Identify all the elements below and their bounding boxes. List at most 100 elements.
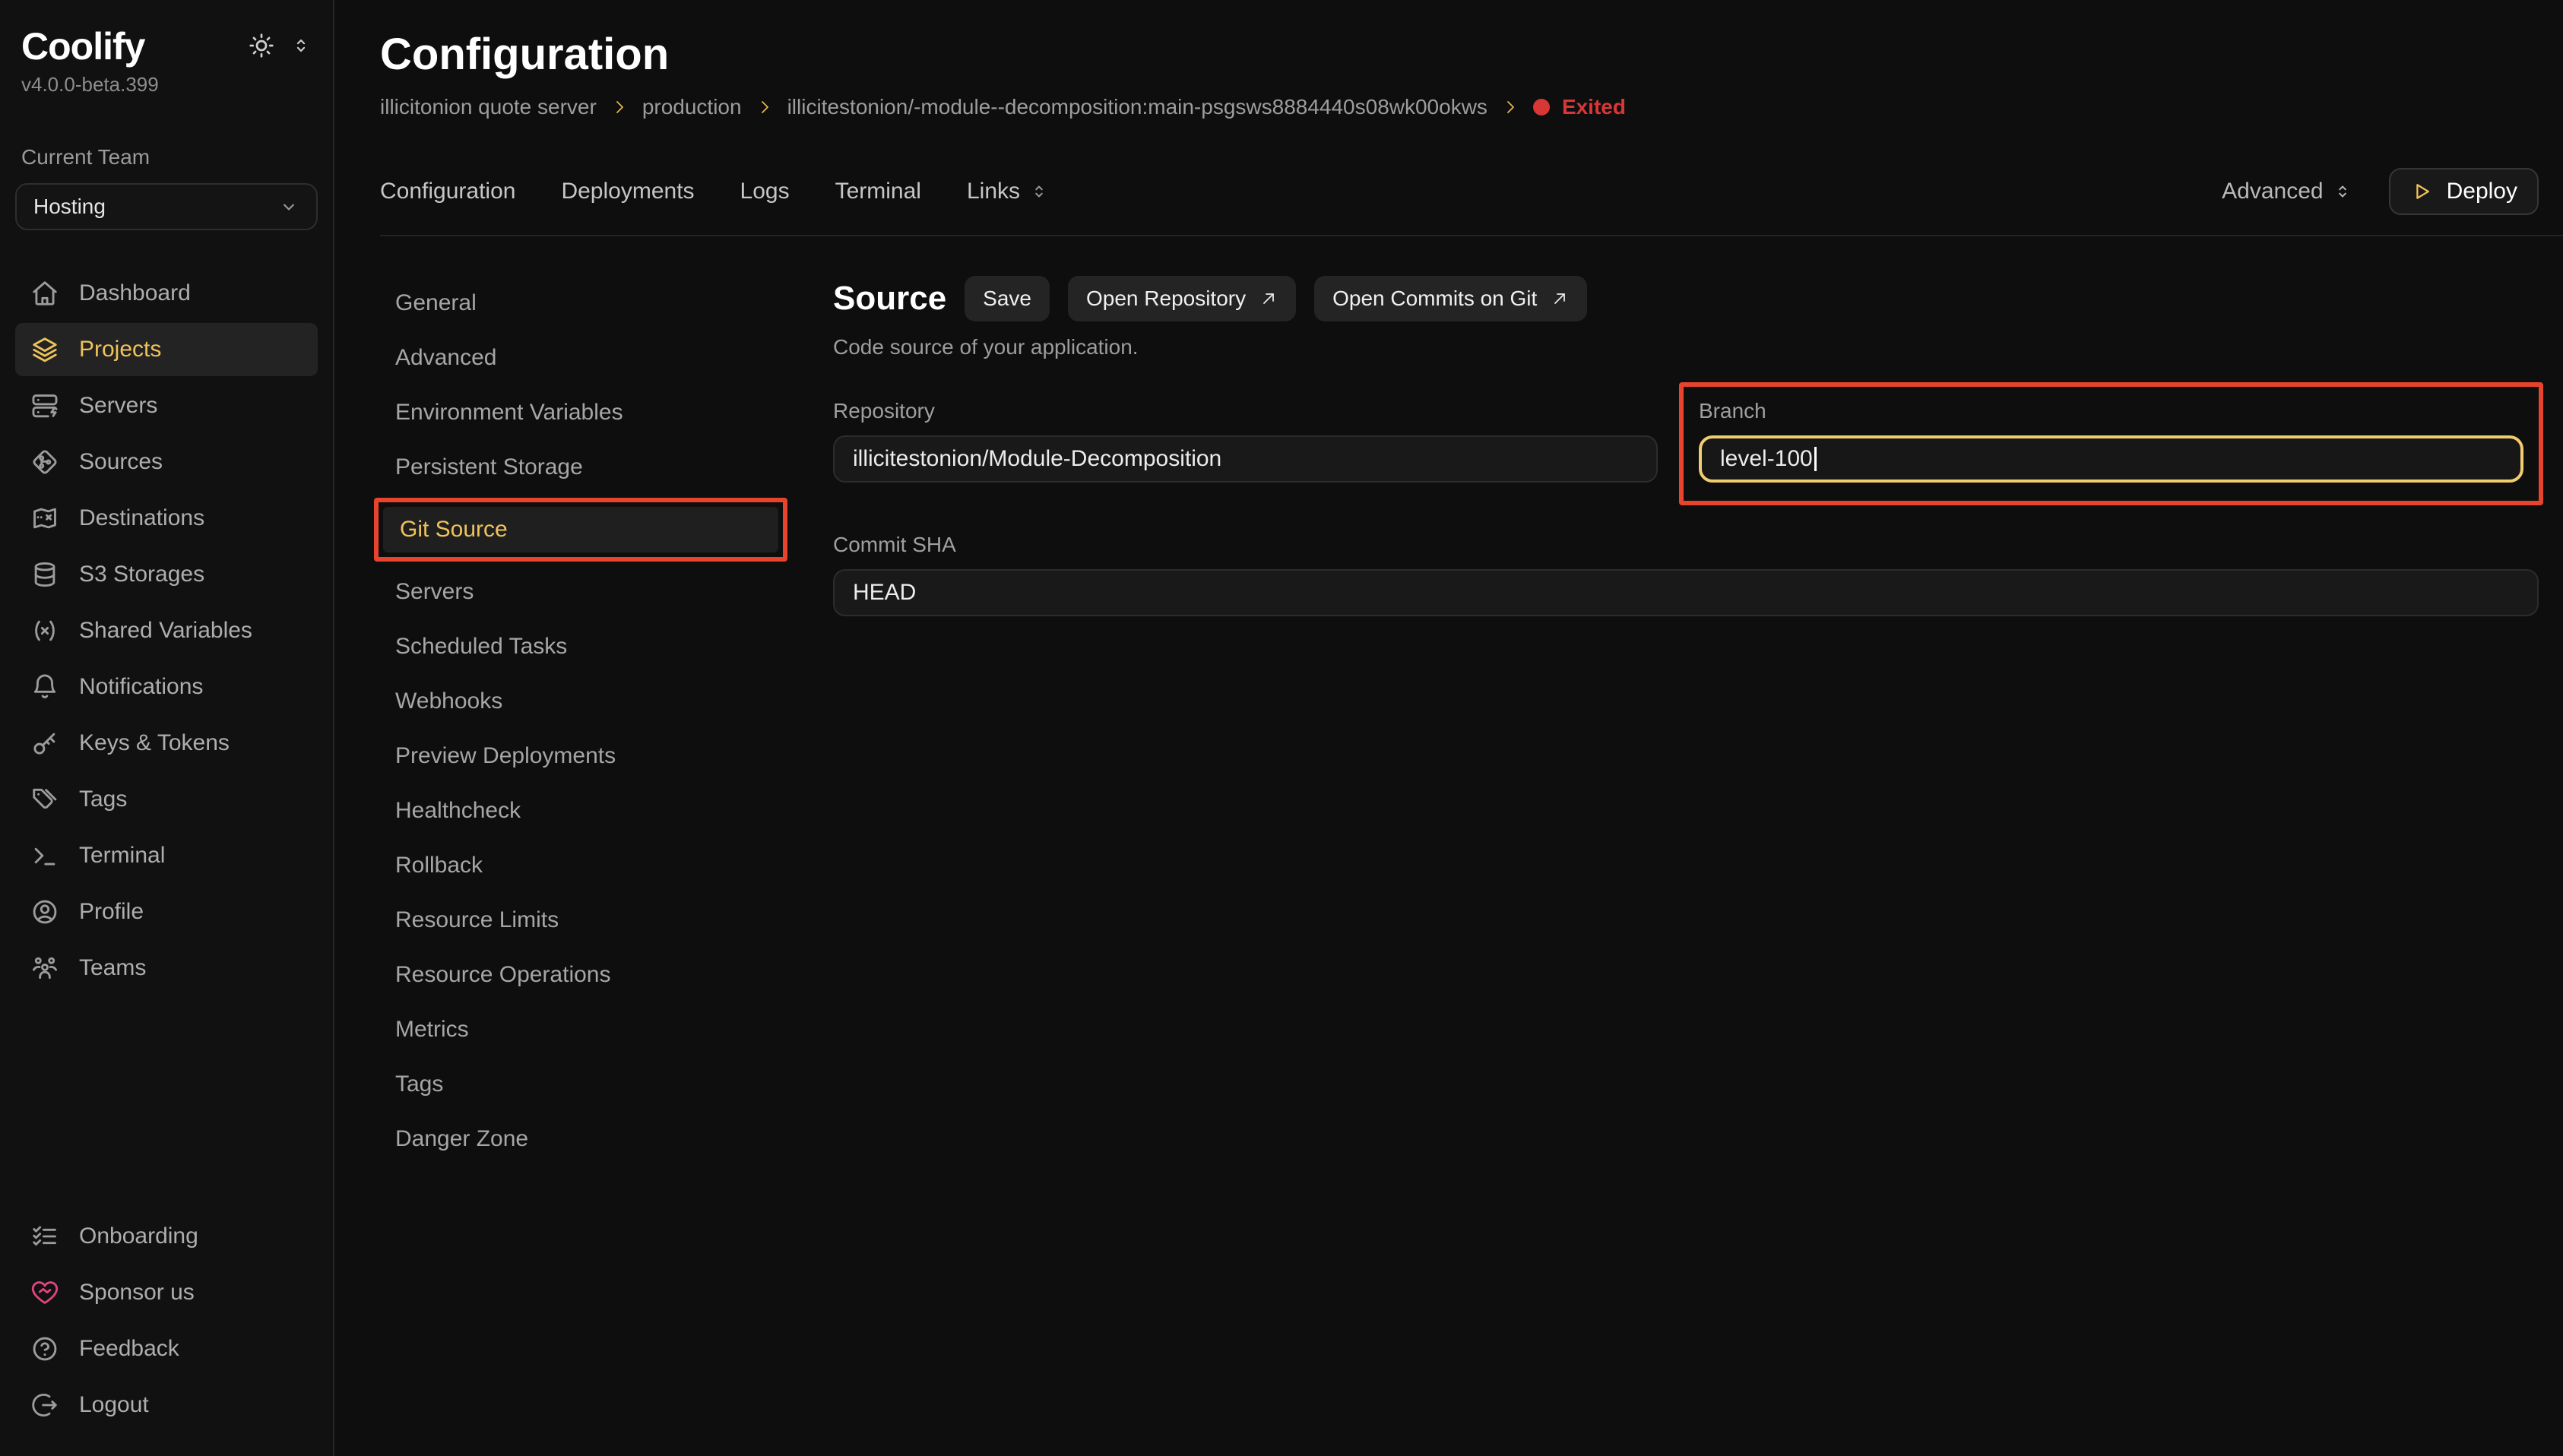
- subnav-item-rollback[interactable]: Rollback: [380, 838, 772, 893]
- sidebar-item-shared-variables[interactable]: Shared Variables: [15, 604, 318, 657]
- sidebar-item-keys-tokens[interactable]: Keys & Tokens: [15, 717, 318, 770]
- tab-deployments[interactable]: Deployments: [561, 179, 694, 204]
- sidebar-item-label: Destinations: [79, 505, 204, 531]
- sidebar-item-label: Dashboard: [79, 280, 191, 306]
- config-subnav: General Advanced Environment Variables P…: [380, 276, 772, 1456]
- chevron-right-icon: [756, 98, 774, 116]
- branch-field: Branch level-100: [1699, 399, 2523, 483]
- subnav-item-metrics[interactable]: Metrics: [380, 1002, 772, 1057]
- team-select[interactable]: Hosting: [15, 183, 318, 230]
- layers-icon: [30, 335, 59, 364]
- sidebar-item-logout[interactable]: Logout: [15, 1378, 318, 1432]
- heart-hands-icon: [30, 1278, 59, 1307]
- sidebar-item-projects[interactable]: Projects: [15, 323, 318, 376]
- sidebar-item-label: Shared Variables: [79, 618, 252, 644]
- subnav-item-webhooks[interactable]: Webhooks: [380, 674, 772, 729]
- chevron-right-icon: [1501, 98, 1519, 116]
- breadcrumb-environment[interactable]: production: [642, 95, 742, 119]
- sidebar-item-label: Terminal: [79, 843, 165, 869]
- breadcrumb: illicitonion quote server production ill…: [380, 95, 2539, 119]
- sidebar-item-teams[interactable]: Teams: [15, 942, 318, 995]
- subnav-item-tags[interactable]: Tags: [380, 1057, 772, 1112]
- theme-toggle-sun-icon[interactable]: [248, 32, 275, 59]
- subnav-item-environment-variables[interactable]: Environment Variables: [380, 385, 772, 440]
- sidebar-item-label: Onboarding: [79, 1223, 198, 1249]
- subnav-item-preview-deployments[interactable]: Preview Deployments: [380, 729, 772, 783]
- tab-terminal[interactable]: Terminal: [835, 179, 921, 204]
- subnav-item-general[interactable]: General: [380, 276, 772, 331]
- sidebar-nav: Dashboard Projects Servers Sources Desti…: [15, 267, 318, 995]
- sidebar-item-tags[interactable]: Tags: [15, 773, 318, 826]
- coolify-app: Coolify v4.0.0-beta.399 Current Team Hos…: [0, 0, 2563, 1456]
- commit-sha-field: Commit SHA HEAD: [833, 533, 2539, 616]
- map-icon: [30, 504, 59, 533]
- subnav-item-servers[interactable]: Servers: [380, 565, 772, 619]
- app-version: v4.0.0-beta.399: [15, 73, 318, 97]
- text-cursor: [1814, 447, 1817, 471]
- repository-input[interactable]: illicitestonion/Module-Decomposition: [833, 435, 1658, 483]
- tab-configuration[interactable]: Configuration: [380, 179, 515, 204]
- branch-value: level-100: [1720, 446, 1813, 472]
- deploy-button[interactable]: Deploy: [2389, 168, 2539, 215]
- chevron-right-icon: [610, 98, 629, 116]
- sidebar-item-label: Sponsor us: [79, 1280, 195, 1306]
- breadcrumb-project[interactable]: illicitonion quote server: [380, 95, 597, 119]
- tab-links[interactable]: Links: [967, 179, 1049, 204]
- annotation-box-branch: Branch level-100: [1679, 382, 2543, 505]
- tab-links-label: Links: [967, 179, 1020, 204]
- sidebar-item-destinations[interactable]: Destinations: [15, 492, 318, 545]
- save-button[interactable]: Save: [965, 276, 1050, 321]
- sidebar-item-s3-storages[interactable]: S3 Storages: [15, 548, 318, 601]
- sidebar-item-label: Servers: [79, 393, 157, 419]
- subnav-item-danger-zone[interactable]: Danger Zone: [380, 1112, 772, 1166]
- sidebar-footer: Onboarding Sponsor us Feedback Logout: [15, 1210, 318, 1432]
- team-select-value: Hosting: [33, 195, 106, 219]
- open-commits-button[interactable]: Open Commits on Git: [1314, 276, 1587, 321]
- subnav-item-resource-limits[interactable]: Resource Limits: [380, 893, 772, 948]
- sidebar-item-label: Tags: [79, 787, 127, 812]
- branch-label: Branch: [1699, 399, 2523, 423]
- subnav-item-healthcheck[interactable]: Healthcheck: [380, 783, 772, 838]
- chevrons-up-down-icon: [1029, 182, 1049, 201]
- sidebar-item-sources[interactable]: Sources: [15, 435, 318, 489]
- subnav-item-advanced[interactable]: Advanced: [380, 331, 772, 385]
- sidebar-item-servers[interactable]: Servers: [15, 379, 318, 432]
- main-area: Configuration illicitonion quote server …: [334, 0, 2563, 1456]
- advanced-dropdown[interactable]: Advanced: [2222, 179, 2352, 204]
- status-badge: Exited: [1533, 95, 1626, 119]
- sidebar-item-terminal[interactable]: Terminal: [15, 829, 318, 882]
- terminal-icon: [30, 841, 59, 870]
- git-source-icon: [30, 448, 59, 476]
- open-repository-button[interactable]: Open Repository: [1068, 276, 1296, 321]
- user-circle-icon: [30, 897, 59, 926]
- chevrons-up-down-icon: [2333, 182, 2352, 201]
- annotation-box-git-source: Git Source: [374, 498, 787, 562]
- sidebar-item-dashboard[interactable]: Dashboard: [15, 267, 318, 320]
- subnav-item-resource-operations[interactable]: Resource Operations: [380, 948, 772, 1002]
- server-icon: [30, 391, 59, 420]
- list-checks-icon: [30, 1222, 59, 1251]
- logout-icon: [30, 1391, 59, 1420]
- commit-sha-value: HEAD: [853, 580, 916, 606]
- sidebar-item-label: Teams: [79, 955, 146, 981]
- sidebar-item-label: Logout: [79, 1392, 149, 1418]
- branch-input[interactable]: level-100: [1699, 435, 2523, 483]
- sidebar-item-sponsor-us[interactable]: Sponsor us: [15, 1266, 318, 1319]
- variable-icon: [30, 616, 59, 645]
- sidebar-item-feedback[interactable]: Feedback: [15, 1322, 318, 1375]
- source-description: Code source of your application.: [833, 335, 2539, 359]
- subnav-item-git-source[interactable]: Git Source: [383, 507, 778, 552]
- breadcrumb-application[interactable]: illicitestonion/-module--decomposition:m…: [787, 95, 1487, 119]
- sidebar-item-notifications[interactable]: Notifications: [15, 660, 318, 714]
- sidebar: Coolify v4.0.0-beta.399 Current Team Hos…: [0, 0, 334, 1456]
- subnav-item-persistent-storage[interactable]: Persistent Storage: [380, 440, 772, 495]
- bell-icon: [30, 673, 59, 701]
- tab-logs[interactable]: Logs: [740, 179, 790, 204]
- key-icon: [30, 729, 59, 758]
- brand-row: Coolify: [15, 24, 318, 68]
- sidebar-item-profile[interactable]: Profile: [15, 885, 318, 938]
- commit-sha-input[interactable]: HEAD: [833, 569, 2539, 616]
- sidebar-item-onboarding[interactable]: Onboarding: [15, 1210, 318, 1263]
- subnav-item-scheduled-tasks[interactable]: Scheduled Tasks: [380, 619, 772, 674]
- sidebar-collapse-chevrons-icon[interactable]: [290, 35, 312, 56]
